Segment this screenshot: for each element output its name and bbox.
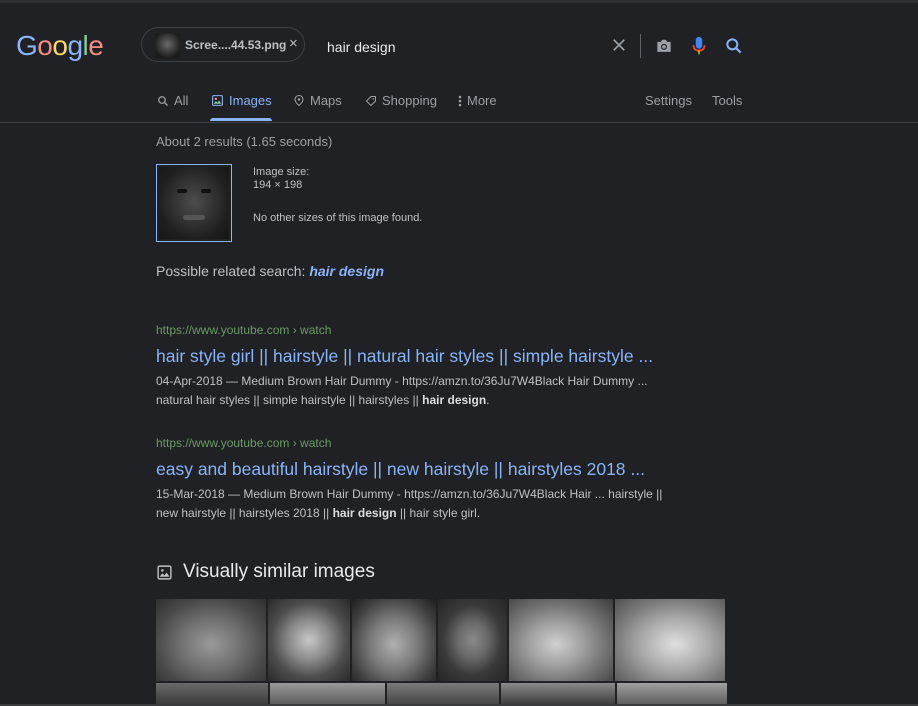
remove-image-icon[interactable]: × <box>289 35 298 52</box>
active-tab-indicator <box>210 118 272 121</box>
result-url[interactable]: https://www.youtube.com › watch <box>156 323 716 341</box>
result-title-link[interactable]: hair style girl || hairstyle || natural … <box>156 346 716 367</box>
logo-letter: G <box>16 30 38 61</box>
similar-image[interactable] <box>270 683 385 705</box>
similar-image[interactable] <box>501 683 615 705</box>
search-result: https://www.youtube.com › watch easy and… <box>156 436 716 523</box>
snippet-highlight: hair design <box>422 393 487 407</box>
result-snippet: 04-Apr-2018 — Medium Brown Hair Dummy - … <box>156 372 716 410</box>
similar-image[interactable] <box>156 683 268 705</box>
similar-image[interactable] <box>509 599 613 681</box>
tab-label: More <box>467 93 497 108</box>
similar-image[interactable] <box>438 599 507 681</box>
related-search-link[interactable]: hair design <box>309 263 384 279</box>
snippet-line: new hairstyle || hairstyles 2018 || hair… <box>156 504 716 523</box>
camera-icon[interactable] <box>654 36 674 56</box>
tab-label: All <box>174 93 189 108</box>
tab-label: Images <box>229 93 272 108</box>
result-stats: About 2 results (1.65 seconds) <box>156 134 333 149</box>
window-top-border <box>0 0 918 3</box>
logo-letter: o <box>52 30 68 61</box>
snippet-highlight: hair design <box>332 506 397 520</box>
result-url[interactable]: https://www.youtube.com › watch <box>156 436 716 454</box>
more-vert-icon <box>458 95 462 106</box>
result-title-link[interactable]: easy and beautiful hairstyle || new hair… <box>156 459 716 480</box>
related-search: Possible related search: hair design <box>156 263 384 279</box>
snippet-text: natural hair styles || simple hairstyle … <box>156 393 423 407</box>
similar-image[interactable] <box>156 599 266 681</box>
similar-image[interactable] <box>268 599 350 681</box>
tag-icon <box>365 95 376 106</box>
tab-more[interactable]: More <box>458 93 497 108</box>
tools-link[interactable]: Tools <box>712 93 742 108</box>
query-image-preview[interactable] <box>156 164 232 242</box>
similar-image[interactable] <box>387 683 499 705</box>
no-other-sizes-text: No other sizes of this image found. <box>253 212 423 224</box>
settings-link[interactable]: Settings <box>645 93 692 108</box>
similar-image[interactable] <box>615 599 725 681</box>
similar-image[interactable] <box>352 599 436 681</box>
search-result: https://www.youtube.com › watch hair sty… <box>156 323 716 410</box>
microphone-icon[interactable] <box>690 35 708 57</box>
related-search-prefix: Possible related search: <box>156 263 310 279</box>
image-query-chip[interactable]: Scree....44.53.png × <box>141 27 305 62</box>
map-pin-icon <box>294 94 304 107</box>
tab-label: Maps <box>310 93 342 108</box>
similar-images-heading[interactable]: Visually similar images <box>156 561 375 583</box>
snippet-line: 15-Mar-2018 — Medium Brown Hair Dummy - … <box>156 487 663 501</box>
image-size-value: 194 × 198 <box>253 179 303 191</box>
search-tabs: All Images Maps Shopping More Settings T… <box>0 82 918 123</box>
logo-letter: e <box>88 30 104 61</box>
similar-images-title: Visually similar images <box>183 561 375 582</box>
tab-all[interactable]: All <box>157 93 188 108</box>
search-divider <box>640 34 641 58</box>
snippet-line: natural hair styles || simple hairstyle … <box>156 391 716 410</box>
tab-shopping[interactable]: Shopping <box>365 93 437 108</box>
tab-images[interactable]: Images <box>211 93 272 108</box>
snippet-text: . <box>486 393 490 407</box>
image-icon <box>157 564 172 580</box>
result-snippet: 15-Mar-2018 — Medium Brown Hair Dummy - … <box>156 485 716 523</box>
google-logo[interactable]: Google <box>16 30 104 62</box>
snippet-text: || hair style girl. <box>396 506 481 520</box>
query-image-thumbnail <box>155 33 180 58</box>
search-input[interactable] <box>325 38 589 56</box>
query-image-filename: Scree....44.53.png <box>185 38 287 52</box>
image-icon <box>212 95 223 106</box>
logo-letter: g <box>67 30 83 61</box>
image-size-label: Image size: <box>253 166 310 178</box>
search-icon <box>158 95 168 106</box>
snippet-line: 04-Apr-2018 — Medium Brown Hair Dummy - … <box>156 374 648 388</box>
clear-search-icon[interactable] <box>610 36 628 54</box>
similar-image[interactable] <box>617 683 727 705</box>
search-bar: Scree....44.53.png × <box>140 24 755 68</box>
search-icon[interactable] <box>724 36 744 56</box>
query-image <box>159 167 229 239</box>
logo-letter: o <box>37 30 53 61</box>
tab-label: Shopping <box>382 93 437 108</box>
tab-maps[interactable]: Maps <box>293 93 342 108</box>
snippet-text: new hairstyle || hairstyles 2018 || <box>156 506 333 520</box>
